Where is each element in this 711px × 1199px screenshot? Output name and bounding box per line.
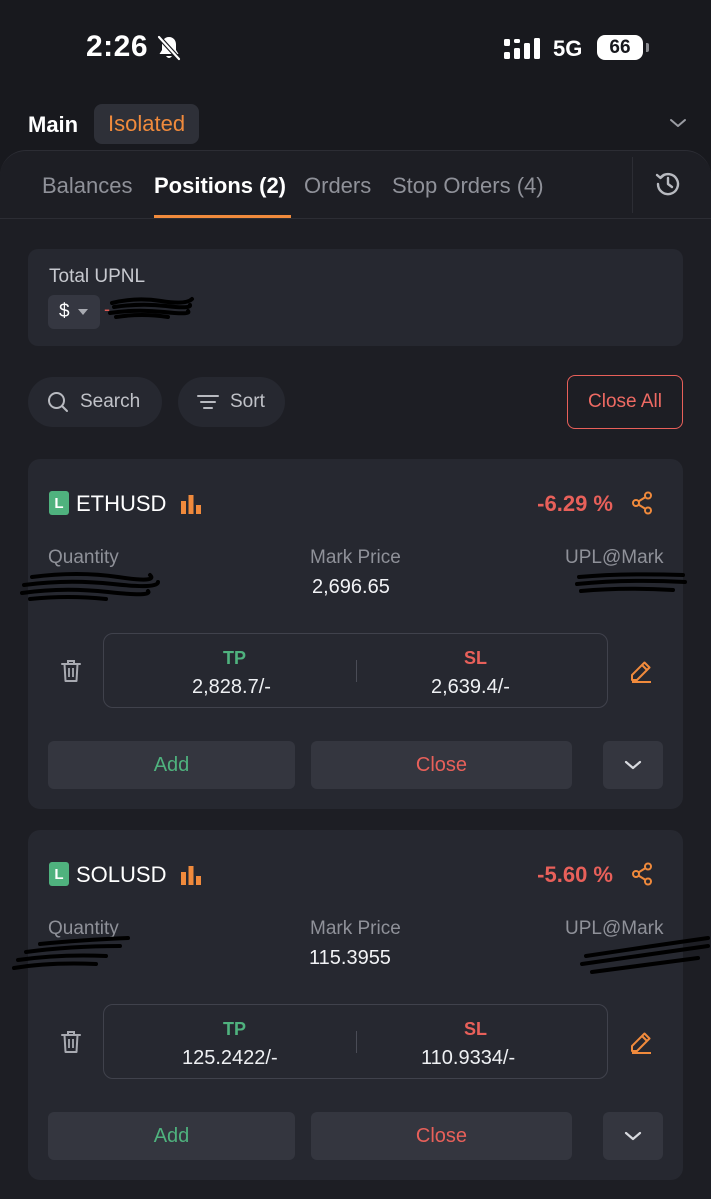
tp-sl-divider (356, 660, 357, 682)
trash-icon[interactable] (61, 659, 81, 683)
add-button[interactable]: Add (48, 741, 295, 789)
margin-mode-badge[interactable]: Isolated (94, 104, 200, 144)
tab-orders[interactable]: Orders (304, 173, 371, 199)
sort-icon (197, 395, 219, 409)
pnl-percent: -6.29 % (537, 491, 613, 516)
tp-label: TP (223, 648, 247, 668)
search-icon (48, 392, 68, 412)
tp-value: 125.2422/- (182, 1047, 278, 1069)
edit-icon[interactable] (629, 659, 653, 683)
total-upnl-card: Total UPNL $ - (28, 249, 683, 346)
redaction-scribble (12, 936, 130, 970)
share-icon[interactable] (631, 491, 653, 515)
sl-label: SL (464, 648, 488, 668)
mark-price-label: Mark Price (310, 547, 401, 568)
position-symbol[interactable]: SOLUSD (76, 862, 166, 888)
redaction-scribble (20, 572, 160, 601)
long-badge: L (49, 862, 69, 886)
close-all-button[interactable]: Close All (567, 375, 683, 429)
close-position-button[interactable]: Close (311, 741, 572, 789)
battery-level: 66 (609, 36, 631, 58)
history-icon[interactable] (653, 169, 683, 199)
trash-icon[interactable] (61, 1030, 81, 1054)
tab-balances[interactable]: Balances (42, 173, 133, 199)
tab-stop-orders[interactable]: Stop Orders (4) (392, 173, 544, 199)
chevron-down-icon[interactable] (668, 116, 688, 130)
tp-sl-divider (356, 1031, 357, 1053)
sort-label: Sort (230, 391, 265, 412)
share-icon[interactable] (631, 862, 653, 886)
search-label: Search (80, 391, 141, 412)
redaction-scribble (575, 572, 687, 593)
chart-icon[interactable] (180, 865, 202, 885)
quantity-label: Quantity (48, 547, 119, 568)
edit-icon[interactable] (629, 1030, 653, 1054)
sort-button[interactable]: Sort (178, 377, 285, 427)
position-card-solusd: L SOLUSD -5.60 % Quantity Mark Price UPL… (12, 830, 710, 1180)
network-type: 5G (553, 36, 583, 61)
position-symbol[interactable]: ETHUSD (76, 491, 166, 517)
tp-value: 2,828.7/- (192, 676, 271, 698)
status-time: 2:26 (86, 30, 149, 63)
chevron-down-icon (624, 1131, 642, 1141)
tp-sl-box[interactable]: TP 125.2422/- SL 110.9334/- (103, 1004, 608, 1079)
mark-price-value: 115.3955 (309, 947, 391, 969)
tab-divider (632, 157, 633, 213)
long-badge: L (49, 491, 69, 515)
battery-icon: 66 (597, 35, 649, 60)
pnl-percent: -5.60 % (537, 862, 613, 887)
position-card-ethusd: L ETHUSD -6.29 % Quantity Mark Price UPL… (20, 459, 687, 809)
tab-bar: Balances Positions (2) Orders Stop Order… (0, 151, 711, 219)
sl-value: 110.9334/- (421, 1047, 516, 1069)
chart-icon[interactable] (180, 494, 202, 514)
status-bar: 2:26 5G 66 (0, 0, 711, 96)
chevron-down-icon (624, 760, 642, 770)
account-selector[interactable]: Main Isolated (0, 104, 711, 146)
upl-label: UPL@Mark (565, 547, 664, 568)
tab-positions[interactable]: Positions (2) (154, 173, 286, 199)
tp-label: TP (223, 1019, 247, 1039)
account-name: Main (28, 112, 79, 137)
caret-down-icon (77, 309, 88, 315)
tp-sl-box[interactable]: TP 2,828.7/- SL 2,639.4/- (103, 633, 608, 708)
redaction-scribble (580, 936, 710, 974)
add-button[interactable]: Add (48, 1112, 295, 1160)
sl-value: 2,639.4/- (431, 676, 510, 698)
close-position-button[interactable]: Close (311, 1112, 572, 1160)
total-upnl-label: Total UPNL (49, 266, 146, 287)
expand-button[interactable] (603, 741, 663, 789)
positions-panel: Balances Positions (2) Orders Stop Order… (0, 150, 711, 1199)
expand-button[interactable] (603, 1112, 663, 1160)
signal-bars-icon (504, 38, 540, 59)
search-button[interactable]: Search (28, 377, 162, 427)
redaction-scribble (108, 297, 194, 319)
currency-symbol: $ (59, 301, 70, 322)
currency-select[interactable]: $ (48, 295, 100, 329)
sl-label: SL (464, 1019, 488, 1039)
active-tab-indicator (154, 215, 291, 218)
mark-price-value: 2,696.65 (312, 576, 390, 598)
bell-slash-icon (157, 35, 181, 61)
mark-price-label: Mark Price (310, 918, 401, 939)
